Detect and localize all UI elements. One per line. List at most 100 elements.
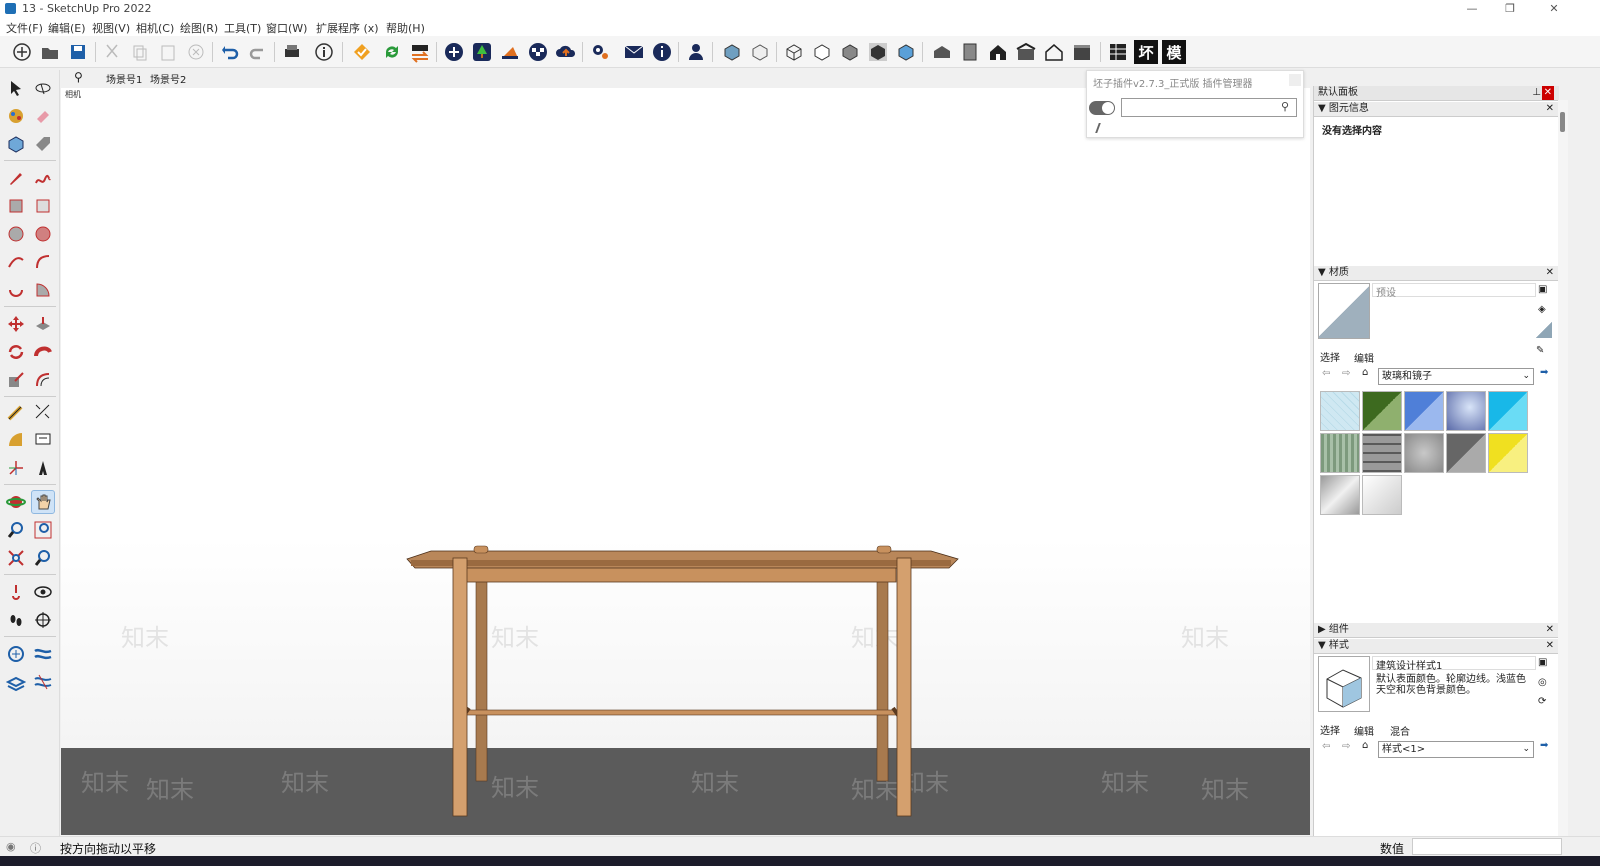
open-folder-icon[interactable] [38,40,62,64]
back-arrow-icon[interactable]: ⇦ [1322,368,1330,379]
scene-tab-1[interactable]: 场景号1 [106,71,142,86]
material-collection-select[interactable]: 玻璃和镜子 ⌄ [1378,368,1534,385]
zoom-window-icon[interactable] [31,518,55,542]
table-model[interactable] [401,538,961,823]
monochrome-icon[interactable] [894,40,918,64]
follow-me-icon[interactable] [31,340,55,364]
material-swatch[interactable] [1320,391,1360,431]
swap-arrows-icon[interactable] [408,40,432,64]
walk-footprints-icon[interactable] [4,608,28,632]
xray-box-icon[interactable] [748,40,772,64]
material-swatch[interactable] [1404,433,1444,473]
checker-sphere-icon[interactable] [526,40,550,64]
home-icon[interactable]: ⌂ [1362,367,1368,378]
table-grid-icon[interactable] [1106,40,1130,64]
offset-icon[interactable] [31,368,55,392]
axes-icon[interactable] [4,456,28,480]
menu-view[interactable]: 视图(V) [92,20,130,36]
plugin-search-input[interactable] [1121,98,1297,117]
rotated-rectangle-icon[interactable] [31,194,55,218]
measurements-input[interactable] [1412,838,1562,855]
material-name-field[interactable] [1372,283,1536,297]
eyedropper-icon[interactable]: ✎ [1536,345,1544,356]
plugin-toggle-switch[interactable] [1089,101,1115,115]
tray-close-icon[interactable]: ✕ [1541,86,1554,100]
material-swatch[interactable] [1488,433,1528,473]
freehand-icon[interactable] [31,166,55,190]
new-icon[interactable] [10,40,34,64]
style-create-icon[interactable]: ▣ [1538,657,1547,668]
menu-edit[interactable]: 编辑(E) [48,20,86,36]
components-header[interactable]: ▶ 组件 ✕ [1314,623,1559,638]
paste-icon[interactable] [156,40,180,64]
back-view-house-icon[interactable] [1042,40,1066,64]
section-plane-icon[interactable] [31,608,55,632]
cut-icon[interactable] [100,40,124,64]
right-view-icon[interactable] [1014,40,1038,64]
scale-icon[interactable] [4,368,28,392]
look-around-eye-icon[interactable] [31,580,55,604]
menu-help[interactable]: 帮助(H) [386,20,425,36]
close-button[interactable]: ✕ [1534,1,1574,17]
model-info-icon[interactable] [312,40,336,64]
rectangle-icon[interactable] [4,194,28,218]
zoom-extents-icon[interactable] [4,546,28,570]
tree-icon[interactable] [470,40,494,64]
info-icon[interactable] [650,40,674,64]
text-label-icon[interactable] [31,428,55,452]
styles-header[interactable]: ▼ 样式 ✕ [1314,639,1559,654]
close-icon[interactable]: ✕ [1546,102,1554,116]
style-tab-select[interactable]: 选择 [1320,722,1340,737]
pencil-line-icon[interactable] [4,166,28,190]
stamp-layers-icon[interactable] [4,670,28,694]
tag-icon[interactable] [31,132,55,156]
search-icon[interactable]: ⚲ [1281,100,1300,113]
shaded-box-icon[interactable] [720,40,744,64]
material-sample-icon[interactable] [1536,322,1552,338]
geo-location-icon[interactable]: ◉ [6,840,16,853]
polygon-icon[interactable] [31,222,55,246]
front-view-home-icon[interactable] [986,40,1010,64]
undo-icon[interactable] [218,40,242,64]
entity-info-header[interactable]: ▼ 图元信息 ✕ [1314,102,1559,117]
print-icon[interactable] [280,40,304,64]
material-swatch[interactable] [1320,433,1360,473]
style-tab-edit[interactable]: 编辑 [1354,723,1374,738]
erase-icon[interactable] [184,40,208,64]
minimize-button[interactable]: — [1452,1,1492,17]
wireframe-icon[interactable] [782,40,806,64]
cloud-upload-icon[interactable] [554,40,578,64]
close-icon[interactable]: ✕ [1546,266,1554,280]
menu-extensions[interactable]: 扩展程序 (x) [316,20,379,36]
material-swatch[interactable] [1446,433,1486,473]
materials-header[interactable]: ▼ 材质 ✕ [1314,266,1559,281]
select-arrow-icon[interactable] [4,76,28,100]
refresh-icon[interactable] [380,40,404,64]
menu-window[interactable]: 窗口(W) [266,20,307,36]
material-create-icon[interactable]: ▣ [1538,284,1547,295]
scene-tab-2[interactable]: 场景号2 [150,71,186,86]
style-refresh-icon[interactable]: ⟳ [1538,696,1546,707]
settings-gears-icon[interactable] [588,40,612,64]
plugin-mo-button[interactable]: 模 [1162,40,1186,64]
add-circle-icon[interactable] [442,40,466,64]
material-tab-edit[interactable]: 编辑 [1354,350,1374,365]
orbit-icon[interactable] [4,490,28,514]
plugin-huai-button[interactable]: 坏 [1134,40,1158,64]
style-collection-select[interactable]: 样式<1> ⌄ [1378,741,1534,758]
dimension-icon[interactable] [31,400,55,424]
collection-details-icon[interactable]: ➡ [1540,740,1548,751]
drape-icon[interactable] [31,670,55,694]
paint-bucket-icon[interactable] [4,104,28,128]
two-point-arc-icon[interactable] [31,250,55,274]
push-pull-icon[interactable] [31,312,55,336]
make-component-icon[interactable] [4,132,28,156]
plugin-orange-check-icon[interactable] [350,40,374,64]
material-tab-select[interactable]: 选择 [1320,349,1340,364]
collection-details-icon[interactable]: ➡ [1540,367,1548,378]
search-icon[interactable]: ⚲ [74,70,83,84]
user-icon[interactable] [684,40,708,64]
circle-icon[interactable] [4,222,28,246]
top-view-icon[interactable] [958,40,982,64]
3d-text-icon[interactable] [31,456,55,480]
